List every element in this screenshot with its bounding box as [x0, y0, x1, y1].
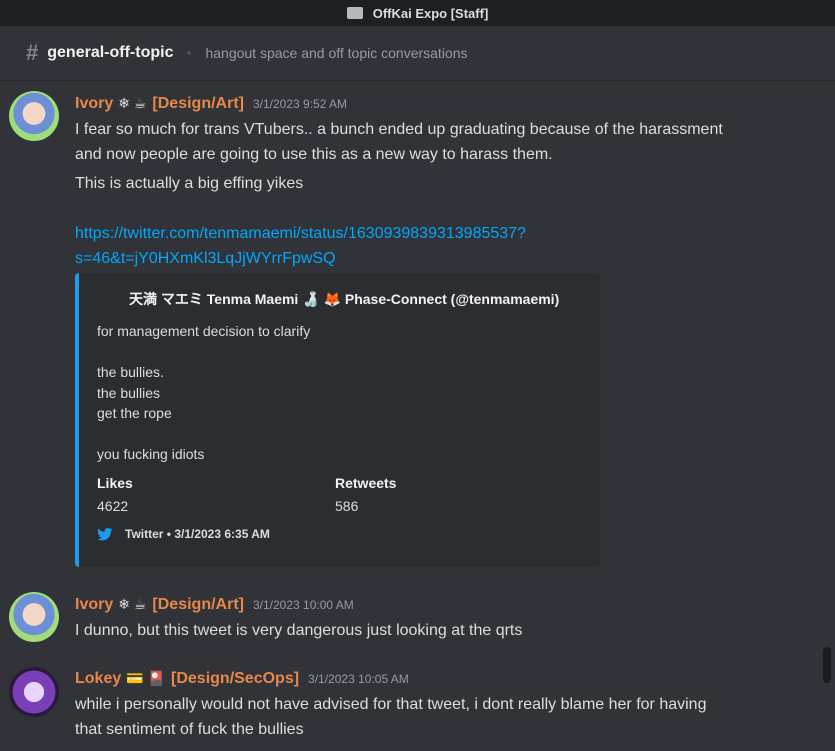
- timestamp: 3/1/2023 10:00 AM: [252, 598, 354, 612]
- channel-hash-icon: #: [26, 40, 39, 65]
- likes-value: 4622: [97, 498, 129, 514]
- embed-footer-text: Twitter • 3/1/2023 6:35 AM: [125, 527, 270, 541]
- message-line: that sentiment of fuck the bullies: [75, 721, 304, 738]
- message-header: Ivory ❄ ☕ [Design/Art] 3/1/2023 9:52 AM: [75, 95, 347, 113]
- timestamp: 3/1/2023 10:05 AM: [308, 672, 409, 686]
- channel-topic: hangout space and off topic conversation…: [205, 45, 468, 61]
- embed-description: for management decision to clarify the b…: [97, 321, 310, 465]
- likes-label: Likes: [97, 475, 133, 491]
- tweet-link[interactable]: https://twitter.com/tenmamaemi/status/16…: [75, 221, 795, 246]
- avatar[interactable]: [9, 91, 59, 141]
- embed-line: get the rope: [97, 405, 172, 421]
- message-line: This is actually a big effing yikes: [75, 175, 304, 192]
- scrollbar-thumb[interactable]: [823, 647, 831, 683]
- message-header: Lokey 💳 🎴 [Design/SecOps] 3/1/2023 10:05…: [75, 670, 409, 688]
- embed-line: for management decision to clarify: [97, 323, 311, 339]
- embed-footer: Twitter • 3/1/2023 6:35 AM: [97, 527, 270, 541]
- message-list: Ivory ❄ ☕ [Design/Art] 3/1/2023 9:52 AM …: [0, 82, 835, 751]
- message-content: I fear so much for trans VTubers.. a bun…: [75, 117, 795, 271]
- embed-line: the bullies.: [97, 364, 164, 380]
- message-content: I dunno, but this tweet is very dangerou…: [75, 618, 795, 643]
- role-tag[interactable]: [Design/SecOps]: [171, 670, 299, 688]
- twitter-bird-icon: [97, 527, 113, 540]
- embed-line: [97, 424, 310, 445]
- username[interactable]: Ivory: [75, 596, 113, 614]
- retweets-label: Retweets: [335, 475, 397, 491]
- user-badges: ❄ ☕: [118, 95, 147, 111]
- avatar[interactable]: [9, 592, 59, 642]
- twitter-embed: 天満 マエミ Tenma Maemi 🍶 🦊 Phase-Connect (@t…: [75, 273, 600, 567]
- channel-header: # general-off-topic hangout space and of…: [0, 26, 835, 81]
- tweet-link-cont[interactable]: s=46&t=jY0HXmKl3LqJjWYrrFpwSQ: [75, 246, 795, 271]
- message-content: while i personally would not have advise…: [75, 692, 795, 742]
- header-divider: [187, 51, 192, 55]
- embed-line: you fucking idiots: [97, 446, 205, 462]
- embed-line: the bullies: [97, 384, 161, 401]
- role-tag[interactable]: [Design/Art]: [152, 95, 244, 113]
- message-header: Ivory ❄ ☕ [Design/Art] 3/1/2023 10:00 AM: [75, 596, 354, 614]
- user-badges: ❄ ☕: [118, 596, 147, 612]
- user-badges: 💳 🎴: [126, 670, 166, 686]
- message-line: and now people are going to use this as …: [75, 146, 553, 163]
- server-icon: [346, 7, 363, 19]
- role-tag[interactable]: [Design/Art]: [152, 596, 244, 614]
- username[interactable]: Lokey: [75, 670, 121, 688]
- username[interactable]: Ivory: [75, 95, 113, 113]
- retweets-value: 586: [335, 498, 359, 514]
- avatar[interactable]: [9, 667, 59, 717]
- channel-name: general-off-topic: [47, 44, 174, 61]
- timestamp: 3/1/2023 9:52 AM: [252, 97, 348, 111]
- window-title: OffKai Expo [Staff]: [372, 5, 489, 21]
- message-line: while i personally would not have advise…: [75, 696, 707, 713]
- message-line: I dunno, but this tweet is very dangerou…: [75, 622, 523, 639]
- message-line: I fear so much for trans VTubers.. a bun…: [75, 121, 723, 138]
- embed-line: [97, 342, 310, 363]
- window-titlebar: OffKai Expo [Staff]: [0, 0, 835, 26]
- embed-author[interactable]: 天満 マエミ Tenma Maemi 🍶 🦊 Phase-Connect (@t…: [129, 289, 559, 309]
